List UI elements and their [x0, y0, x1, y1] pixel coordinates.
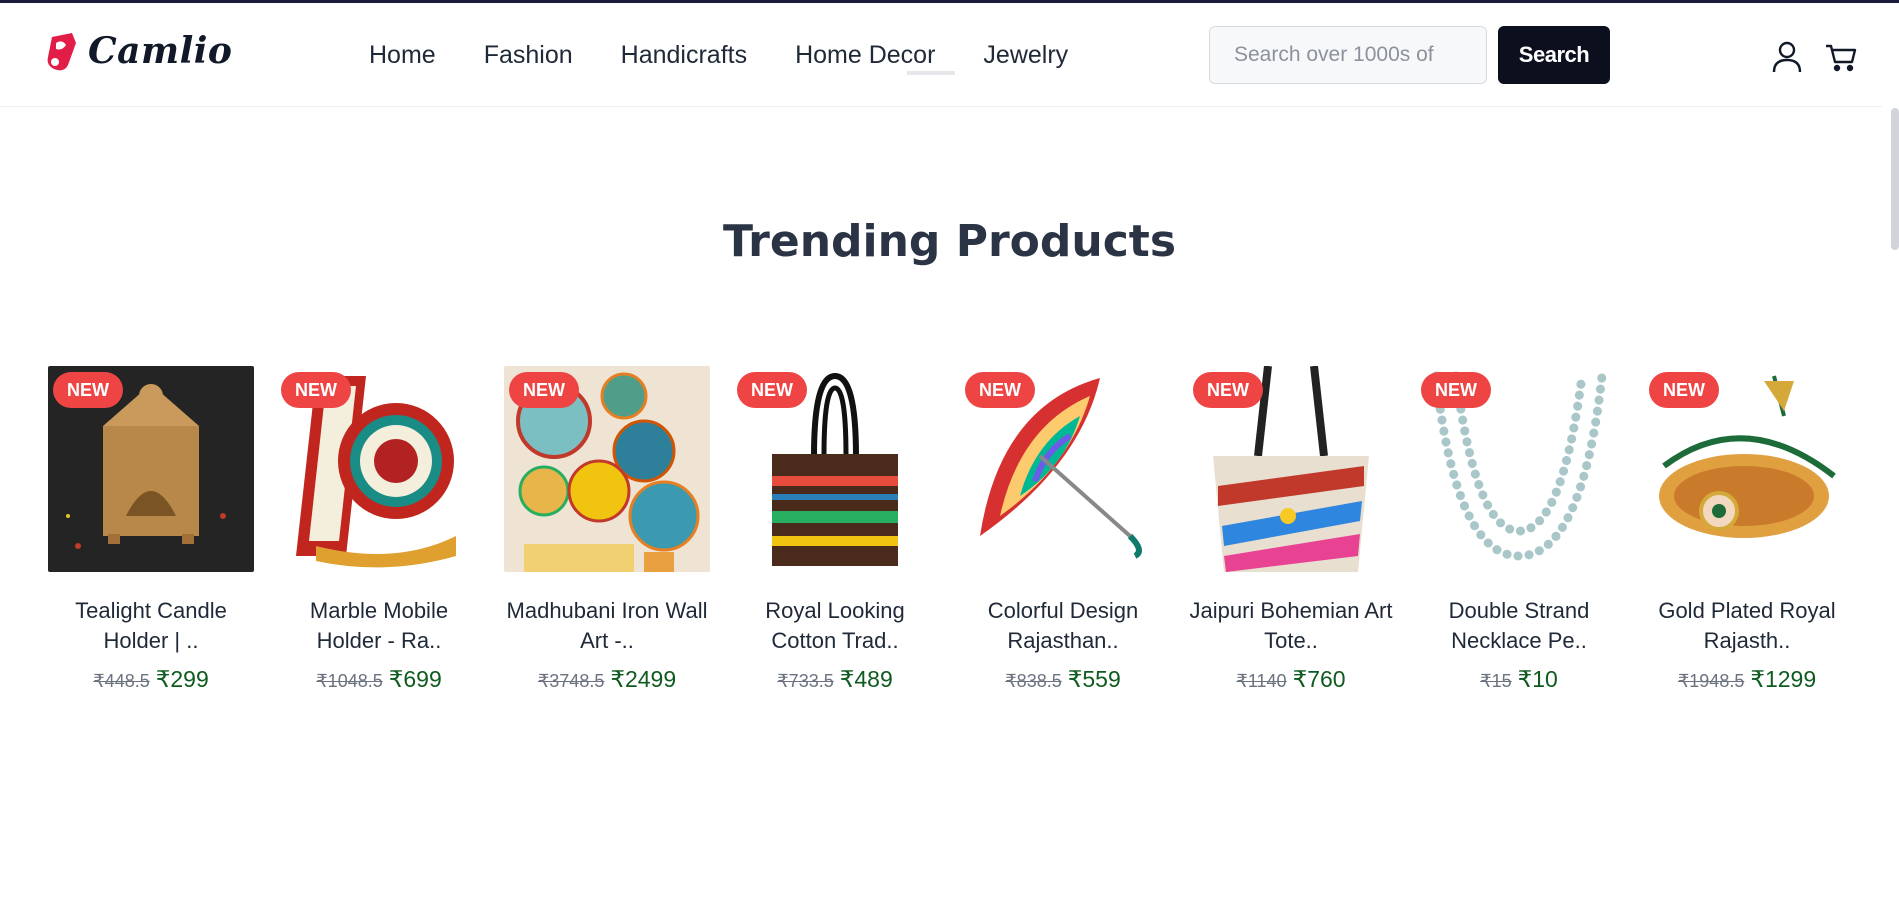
product-price: ₹733.5 ₹489: [732, 666, 938, 693]
nav-jewelry[interactable]: Jewelry: [983, 41, 1068, 70]
product-card[interactable]: NEW Colorful Design Rajasthan.. ₹838.5 ₹5…: [960, 366, 1166, 693]
sale-price: ₹559: [1067, 666, 1121, 692]
product-image[interactable]: NEW: [960, 366, 1166, 572]
product-image[interactable]: NEW: [276, 366, 482, 572]
search-button[interactable]: Search: [1498, 26, 1610, 84]
product-image[interactable]: NEW: [504, 366, 710, 572]
new-badge: NEW: [1649, 372, 1719, 408]
product-price: ₹1048.5 ₹699: [276, 666, 482, 693]
sale-price: ₹2499: [610, 666, 677, 692]
new-badge: NEW: [737, 372, 807, 408]
product-image[interactable]: NEW: [1416, 366, 1622, 572]
original-price: ₹1948.5: [1677, 671, 1745, 691]
main-nav: Home Fashion Handicrafts Home Decor Jewe…: [369, 41, 1116, 70]
new-badge: NEW: [965, 372, 1035, 408]
product-price: ₹838.5 ₹559: [960, 666, 1166, 693]
product-name[interactable]: Colorful Design Rajasthan..: [960, 596, 1166, 656]
original-price: ₹1140: [1236, 671, 1287, 691]
logo[interactable]: Camlio: [42, 29, 232, 73]
cart-icon[interactable]: [1824, 39, 1858, 73]
product-card[interactable]: NEW Madhubani Iron Wall Art -.. ₹3748.5 ₹…: [504, 366, 710, 693]
new-badge: NEW: [53, 372, 123, 408]
sale-price: ₹760: [1292, 666, 1346, 692]
navbar: Camlio Home Fashion Handicrafts Home Dec…: [0, 3, 1882, 107]
product-image[interactable]: NEW: [1644, 366, 1850, 572]
section-title: Trending Products: [722, 216, 1177, 267]
product-card[interactable]: NEW Tealight Candle Holder | .. ₹448.5 ₹2…: [48, 366, 254, 693]
product-price: ₹448.5 ₹299: [48, 666, 254, 693]
product-name[interactable]: Marble Mobile Holder - Ra..: [276, 596, 482, 656]
new-badge: NEW: [1193, 372, 1263, 408]
new-badge: NEW: [1421, 372, 1491, 408]
new-badge: NEW: [281, 372, 351, 408]
sale-price: ₹10: [1517, 666, 1558, 692]
original-price: ₹15: [1480, 671, 1512, 691]
original-price: ₹448.5: [93, 671, 150, 691]
sale-price: ₹299: [155, 666, 209, 692]
user-icon[interactable]: [1770, 39, 1804, 73]
product-price: ₹1948.5 ₹1299: [1644, 666, 1850, 693]
product-price: ₹15 ₹10: [1416, 666, 1622, 693]
nav-handicrafts[interactable]: Handicrafts: [621, 41, 747, 70]
sale-price: ₹699: [388, 666, 442, 692]
product-name[interactable]: Madhubani Iron Wall Art -..: [504, 596, 710, 656]
original-price: ₹733.5: [777, 671, 834, 691]
new-badge: NEW: [509, 372, 579, 408]
product-image[interactable]: NEW: [1188, 366, 1394, 572]
original-price: ₹3748.5: [537, 671, 605, 691]
product-card[interactable]: NEW Double Strand Necklace Pe.. ₹15 ₹10: [1416, 366, 1622, 693]
logo-icon: [47, 33, 76, 71]
product-image[interactable]: NEW: [732, 366, 938, 572]
product-image[interactable]: NEW: [48, 366, 254, 572]
sale-price: ₹1299: [1750, 666, 1817, 692]
product-name[interactable]: Jaipuri Bohemian Art Tote..: [1188, 596, 1394, 656]
product-name[interactable]: Gold Plated Royal Rajasth..: [1644, 596, 1850, 656]
nav-home-decor[interactable]: Home Decor: [795, 41, 935, 70]
product-card[interactable]: NEW Royal Looking Cotton Trad.. ₹733.5 ₹4…: [732, 366, 938, 693]
product-price: ₹1140 ₹760: [1188, 666, 1394, 693]
product-card[interactable]: NEW Gold Plated Royal Rajasth.. ₹1948.5 ₹…: [1644, 366, 1850, 693]
nav-hover-indicator: [907, 71, 955, 75]
search-input[interactable]: [1209, 26, 1487, 84]
product-price: ₹3748.5 ₹2499: [504, 666, 710, 693]
product-card[interactable]: NEW Jaipuri Bohemian Art Tote.. ₹1140 ₹76…: [1188, 366, 1394, 693]
nav-home[interactable]: Home: [369, 41, 436, 70]
product-name[interactable]: Double Strand Necklace Pe..: [1416, 596, 1622, 656]
original-price: ₹1048.5: [316, 671, 383, 691]
product-name[interactable]: Tealight Candle Holder | ..: [48, 596, 254, 656]
product-name[interactable]: Royal Looking Cotton Trad..: [732, 596, 938, 656]
product-card[interactable]: NEW Marble Mobile Holder - Ra.. ₹1048.5 ₹…: [276, 366, 482, 693]
logo-text: Camlio: [88, 30, 233, 72]
nav-fashion[interactable]: Fashion: [484, 41, 573, 70]
sale-price: ₹489: [839, 666, 893, 692]
original-price: ₹838.5: [1005, 671, 1062, 691]
